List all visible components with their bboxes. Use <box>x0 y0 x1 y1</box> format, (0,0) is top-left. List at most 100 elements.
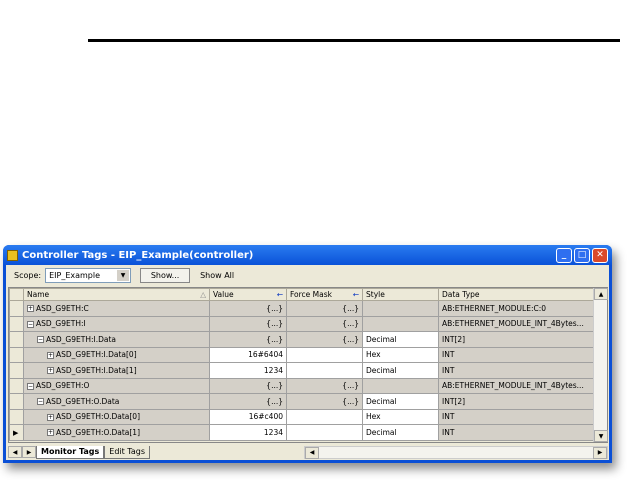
scroll-up-button[interactable]: ▲ <box>594 288 608 300</box>
expand-icon[interactable]: + <box>47 367 54 375</box>
force-mask-cell[interactable]: {...} <box>286 377 363 394</box>
row-selector[interactable] <box>9 393 24 410</box>
table-row[interactable]: − ASD_G9ETH:I.Data {...} {...} Decimal IN… <box>9 331 596 348</box>
data-type-cell: AB:ETHERNET_MODULE_INT_4Bytes... <box>438 315 596 332</box>
style-cell[interactable]: Decimal <box>362 362 439 379</box>
force-mask-cell[interactable] <box>286 362 363 379</box>
style-cell[interactable] <box>362 300 439 317</box>
scope-select[interactable]: EIP_Example ▼ <box>45 267 132 283</box>
style-cell[interactable] <box>362 315 439 332</box>
tab-scroll-right[interactable]: ▶ <box>22 446 36 458</box>
scroll-down-button[interactable]: ▼ <box>594 430 608 442</box>
expand-icon[interactable]: + <box>47 429 54 437</box>
tag-name-cell[interactable]: − ASD_G9ETH:I <box>23 315 210 332</box>
force-mask-cell[interactable]: {...} <box>286 331 363 348</box>
style-cell[interactable]: Hex <box>362 346 439 363</box>
collapse-icon[interactable]: − <box>27 382 34 390</box>
row-header-corner <box>9 288 24 301</box>
maximize-button[interactable]: □ <box>574 247 590 263</box>
scroll-left-button[interactable]: ◀ <box>305 446 320 459</box>
row-selector[interactable] <box>9 331 24 348</box>
expand-icon[interactable]: + <box>47 351 54 359</box>
row-selector[interactable] <box>9 377 24 394</box>
row-selector[interactable]: ▶ <box>9 424 24 441</box>
data-type-cell: INT <box>438 346 596 363</box>
tag-name-cell[interactable]: + ASD_G9ETH:C <box>23 300 210 317</box>
column-header-value[interactable]: Value ← <box>209 288 287 301</box>
style-cell[interactable] <box>362 377 439 394</box>
tag-name-cell[interactable]: − ASD_G9ETH:O <box>23 377 210 394</box>
row-selector[interactable] <box>9 346 24 363</box>
tag-name-cell[interactable]: + ASD_G9ETH:O.Data[1] <box>23 424 210 441</box>
style-cell[interactable]: Decimal <box>362 393 439 410</box>
force-mask-cell[interactable]: {...} <box>286 393 363 410</box>
row-selector[interactable] <box>9 300 24 317</box>
data-type-cell: INT <box>438 362 596 379</box>
table-row[interactable]: + ASD_G9ETH:I.Data[1] 1234 Decimal INT <box>9 362 596 379</box>
scope-value: EIP_Example <box>49 270 101 280</box>
force-mask-cell[interactable]: {...} <box>286 315 363 332</box>
close-button[interactable]: ✕ <box>592 247 608 263</box>
tab-edit-tags[interactable]: Edit Tags <box>104 445 151 459</box>
column-header-name[interactable]: Name △ <box>23 288 210 301</box>
tab-scroll-left[interactable]: ◀ <box>8 446 22 458</box>
expand-icon[interactable]: + <box>27 305 34 313</box>
tab-monitor-tags[interactable]: Monitor Tags <box>36 445 105 459</box>
collapse-icon[interactable]: − <box>37 398 44 406</box>
data-type-cell: AB:ETHERNET_MODULE:C:0 <box>438 300 596 317</box>
expand-icon[interactable]: + <box>47 413 54 421</box>
row-selector[interactable] <box>9 408 24 425</box>
table-row[interactable]: + ASD_G9ETH:I.Data[0] 16#6404 Hex INT <box>9 346 596 363</box>
table-row[interactable]: − ASD_G9ETH:O {...} {...} AB:ETHERNET_MOD… <box>9 377 596 394</box>
tag-name-cell[interactable]: − ASD_G9ETH:I.Data <box>23 331 210 348</box>
tags-grid: Name △ Value ← Force Mask ← Style Data Type… <box>8 287 608 443</box>
table-row[interactable]: + ASD_G9ETH:O.Data[0] 16#c400 Hex INT <box>9 408 596 425</box>
column-header-data-type[interactable]: Data Type <box>438 288 596 301</box>
column-header-style[interactable]: Style <box>362 288 439 301</box>
data-type-cell: AB:ETHERNET_MODULE_INT_4Bytes... <box>438 377 596 394</box>
value-cell[interactable]: 16#6404 <box>209 346 287 363</box>
vertical-scrollbar[interactable]: ▲ ▼ <box>593 288 608 442</box>
tag-name-cell[interactable]: + ASD_G9ETH:I.Data[0] <box>23 346 210 363</box>
scroll-right-button[interactable]: ▶ <box>593 446 607 459</box>
force-mask-cell[interactable] <box>286 424 363 441</box>
horizontal-scrollbar[interactable]: ◀ ▶ <box>304 445 608 459</box>
data-type-cell: INT[2] <box>438 393 596 410</box>
table-row[interactable]: ▶ + ASD_G9ETH:O.Data[1] 1234 Decimal INT <box>9 424 596 441</box>
show-button[interactable]: Show... <box>140 267 191 283</box>
value-cell[interactable]: {...} <box>209 331 287 348</box>
tag-name-cell[interactable]: − ASD_G9ETH:O.Data <box>23 393 210 410</box>
value-cell[interactable]: {...} <box>209 393 287 410</box>
column-header-force-mask[interactable]: Force Mask ← <box>286 288 363 301</box>
row-selector[interactable] <box>9 315 24 332</box>
value-cell[interactable]: {...} <box>209 377 287 394</box>
collapse-icon[interactable]: − <box>27 320 34 328</box>
tag-name-cell[interactable]: + ASD_G9ETH:I.Data[1] <box>23 362 210 379</box>
force-mask-cell[interactable] <box>286 346 363 363</box>
row-selector[interactable] <box>9 362 24 379</box>
controller-tags-window: Controller Tags - EIP_Example(controller… <box>3 245 612 463</box>
style-cell[interactable]: Decimal <box>362 424 439 441</box>
value-cell[interactable]: 16#c400 <box>209 408 287 425</box>
style-cell[interactable]: Hex <box>362 408 439 425</box>
force-mask-cell[interactable] <box>286 408 363 425</box>
data-type-cell: INT <box>438 408 596 425</box>
window-title: Controller Tags - EIP_Example(controller… <box>22 249 254 261</box>
value-cell[interactable]: 1234 <box>209 362 287 379</box>
minimize-button[interactable]: _ <box>556 247 572 263</box>
value-cell[interactable]: {...} <box>209 315 287 332</box>
tag-name-cell[interactable]: + ASD_G9ETH:O.Data[0] <box>23 408 210 425</box>
table-row[interactable]: − ASD_G9ETH:O.Data {...} {...} Decimal IN… <box>9 393 596 410</box>
table-row[interactable]: − ASD_G9ETH:I {...} {...} AB:ETHERNET_MOD… <box>9 315 596 332</box>
title-bar: Controller Tags - EIP_Example(controller… <box>3 245 612 265</box>
table-row[interactable]: + ASD_G9ETH:C {...} {...} AB:ETHERNET_MOD… <box>9 300 596 317</box>
force-mask-cell[interactable]: {...} <box>286 300 363 317</box>
chevron-down-icon[interactable]: ▼ <box>117 269 130 281</box>
value-cell[interactable]: 1234 <box>209 424 287 441</box>
collapse-icon[interactable]: − <box>37 336 44 344</box>
show-filter: Show All <box>200 270 235 280</box>
style-cell[interactable]: Decimal <box>362 331 439 348</box>
data-type-cell: INT[2] <box>438 331 596 348</box>
value-cell[interactable]: {...} <box>209 300 287 317</box>
scope-label: Scope: <box>14 270 42 280</box>
